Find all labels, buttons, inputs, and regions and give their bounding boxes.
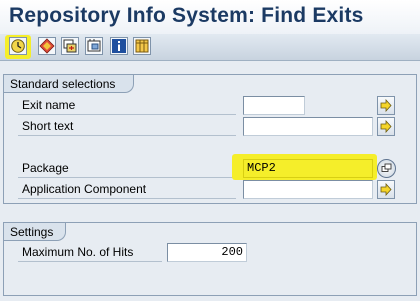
max-hits-field[interactable]: 200 (167, 243, 247, 262)
exit-name-field[interactable] (243, 96, 305, 115)
layers-icon (63, 39, 77, 53)
table-icon (135, 39, 149, 53)
settings-title: Settings (4, 223, 66, 241)
application-component-label: Application Component (18, 180, 236, 199)
windows-icon (381, 163, 392, 172)
window-title: Repository Info System: Find Exits (9, 4, 364, 27)
exit-name-label: Exit name (18, 96, 236, 115)
short-text-field[interactable] (243, 117, 373, 136)
multiple-selection-button[interactable] (61, 37, 79, 55)
application-component-field[interactable] (243, 180, 373, 199)
title-bar: Repository Info System: Find Exits (0, 0, 420, 35)
execute-button[interactable] (9, 37, 27, 55)
short-text-label: Short text (18, 117, 236, 136)
info-icon (112, 39, 126, 53)
selection-icon (87, 39, 101, 52)
standard-selections-title: Standard selections (4, 75, 134, 93)
table-button[interactable] (133, 37, 151, 55)
package-search-help-button[interactable] (377, 159, 396, 178)
selection-options-button[interactable] (85, 37, 103, 55)
max-hits-label: Maximum No. of Hits (18, 243, 162, 262)
arrow-right-icon (380, 183, 392, 196)
diamond-icon (39, 38, 55, 54)
arrow-right-icon (380, 99, 392, 112)
info-button[interactable] (110, 37, 128, 55)
arrow-right-icon (380, 120, 392, 133)
variant-button[interactable] (38, 37, 56, 55)
package-field[interactable]: MCP2 (243, 159, 373, 178)
application-component-multiselect-button[interactable] (377, 180, 395, 199)
package-label: Package (18, 159, 236, 178)
execute-clock-icon (11, 39, 25, 53)
short-text-multiselect-button[interactable] (377, 117, 395, 136)
exit-name-multiselect-button[interactable] (377, 96, 395, 115)
application-toolbar (0, 34, 420, 61)
